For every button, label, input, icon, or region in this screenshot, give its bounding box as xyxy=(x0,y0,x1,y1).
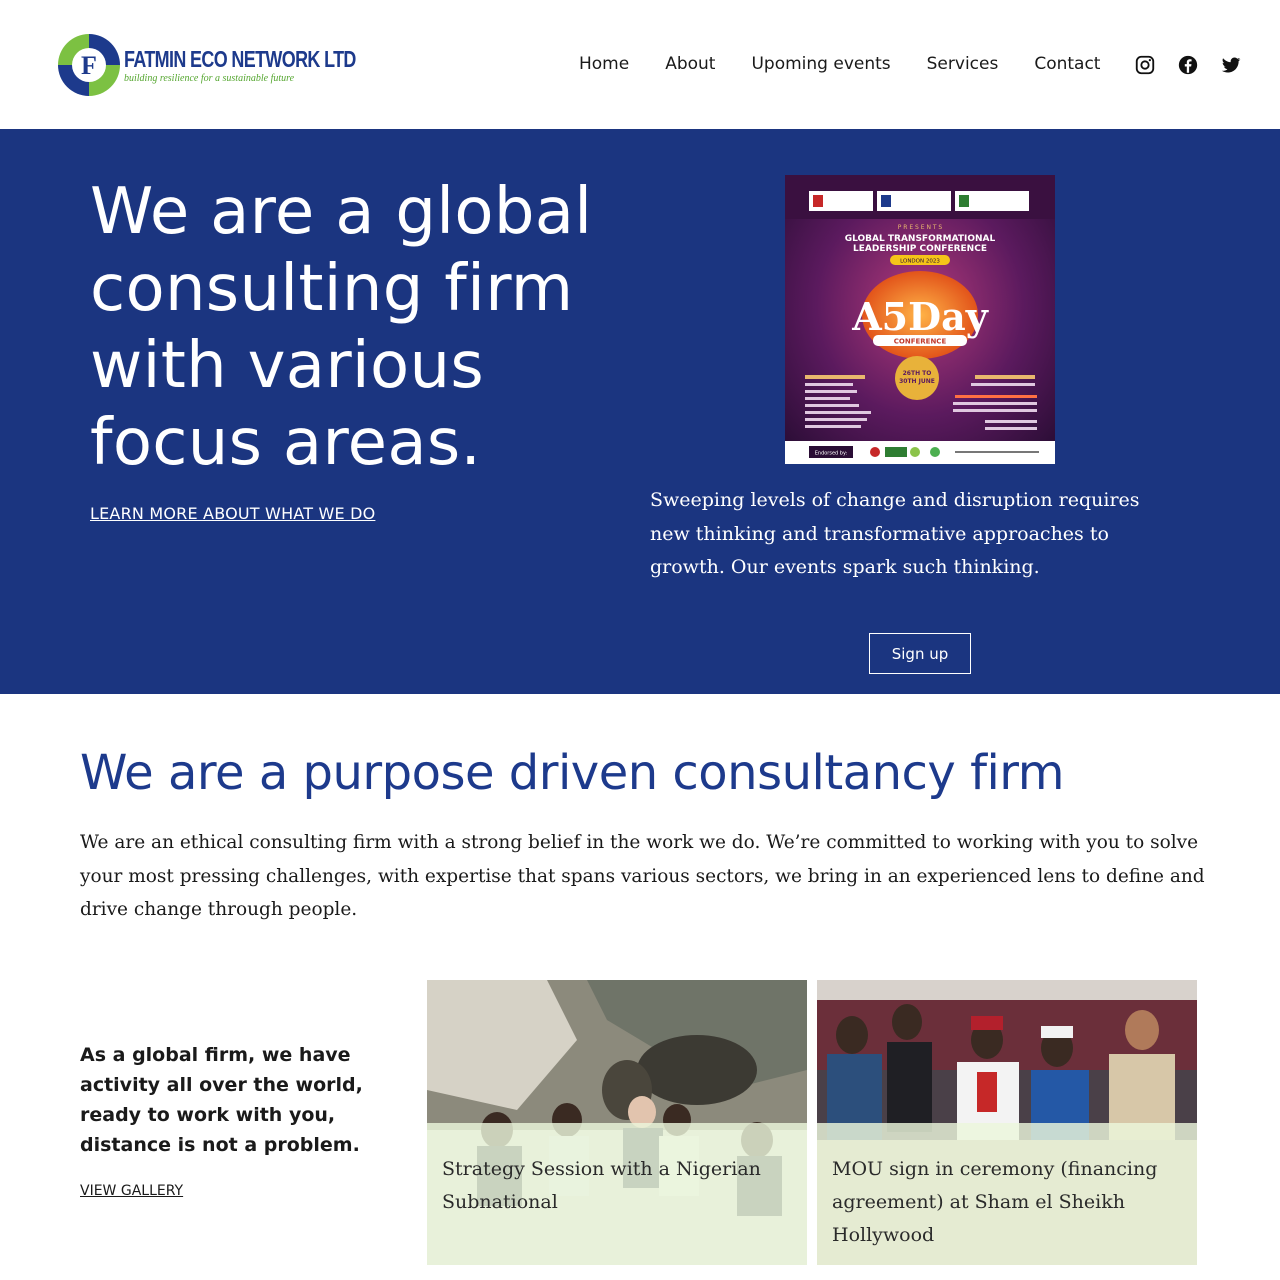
gallery-card-strategy-session[interactable]: Strategy Session with a Nigerian Subnati… xyxy=(427,980,807,1265)
svg-text:F: F xyxy=(81,51,97,80)
gallery-card-mou-signing[interactable]: MOU sign in ceremony (financing agreemen… xyxy=(817,980,1197,1265)
conference-poster[interactable]: P R E S E N T S GLOBAL TRANSFORMATIONAL … xyxy=(785,175,1055,464)
sign-up-button[interactable]: Sign up xyxy=(869,633,971,674)
view-gallery-link[interactable]: VIEW GALLERY xyxy=(80,1183,183,1199)
svg-text:26TH TO: 26TH TO xyxy=(903,370,932,377)
nav-services[interactable]: Services xyxy=(927,52,999,76)
logo-mark-icon: F xyxy=(56,32,122,98)
learn-more-link[interactable]: LEARN MORE ABOUT WHAT WE DO xyxy=(90,504,375,523)
global-text: As a global firm, we have activity all o… xyxy=(80,1044,363,1156)
mou-signing-caption: MOU sign in ceremony (financing agreemen… xyxy=(817,1123,1197,1265)
site-logo[interactable]: F FATMIN ECO NETWORK LTD building resili… xyxy=(56,32,356,98)
logo-tagline: building resilience for a sustainable fu… xyxy=(124,72,295,84)
instagram-icon[interactable] xyxy=(1134,54,1156,76)
purpose-title: We are a purpose driven consultancy firm xyxy=(80,745,1064,801)
hero-title: We are a global consulting firm with var… xyxy=(90,175,593,480)
twitter-icon[interactable] xyxy=(1220,54,1242,76)
hero-section: We are a global consulting firm with var… xyxy=(0,129,1280,694)
svg-text:A5Day: A5Day xyxy=(851,294,988,339)
facebook-icon[interactable] xyxy=(1177,54,1199,76)
svg-text:P R E S E N T S: P R E S E N T S xyxy=(898,224,943,231)
site-header: F FATMIN ECO NETWORK LTD building resili… xyxy=(0,0,1280,129)
nav-contact[interactable]: Contact xyxy=(1034,52,1100,76)
strategy-session-caption: Strategy Session with a Nigerian Subnati… xyxy=(427,1123,807,1265)
purpose-text: We are an ethical consulting firm with a… xyxy=(80,832,1205,920)
nav-upcoming-events[interactable]: Upoming events xyxy=(751,52,890,76)
svg-text:LONDON 2023: LONDON 2023 xyxy=(900,259,940,265)
nav-home[interactable]: Home xyxy=(579,52,629,76)
social-links xyxy=(1134,54,1242,76)
main-nav: Home About Upoming events Services Conta… xyxy=(579,52,1100,76)
logo-name: FATMIN ECO NETWORK LTD xyxy=(124,45,356,72)
nav-about[interactable]: About xyxy=(665,52,715,76)
svg-text:GLOBAL TRANSFORMATIONAL: GLOBAL TRANSFORMATIONAL xyxy=(845,234,996,244)
svg-text:LEADERSHIP CONFERENCE: LEADERSHIP CONFERENCE xyxy=(853,244,987,254)
svg-text:30TH JUNE: 30TH JUNE xyxy=(899,378,935,385)
svg-text:CONFERENCE: CONFERENCE xyxy=(894,338,947,346)
svg-text:Endorsed by:: Endorsed by: xyxy=(815,451,848,457)
hero-description: Sweeping levels of change and disruption… xyxy=(650,489,1140,578)
